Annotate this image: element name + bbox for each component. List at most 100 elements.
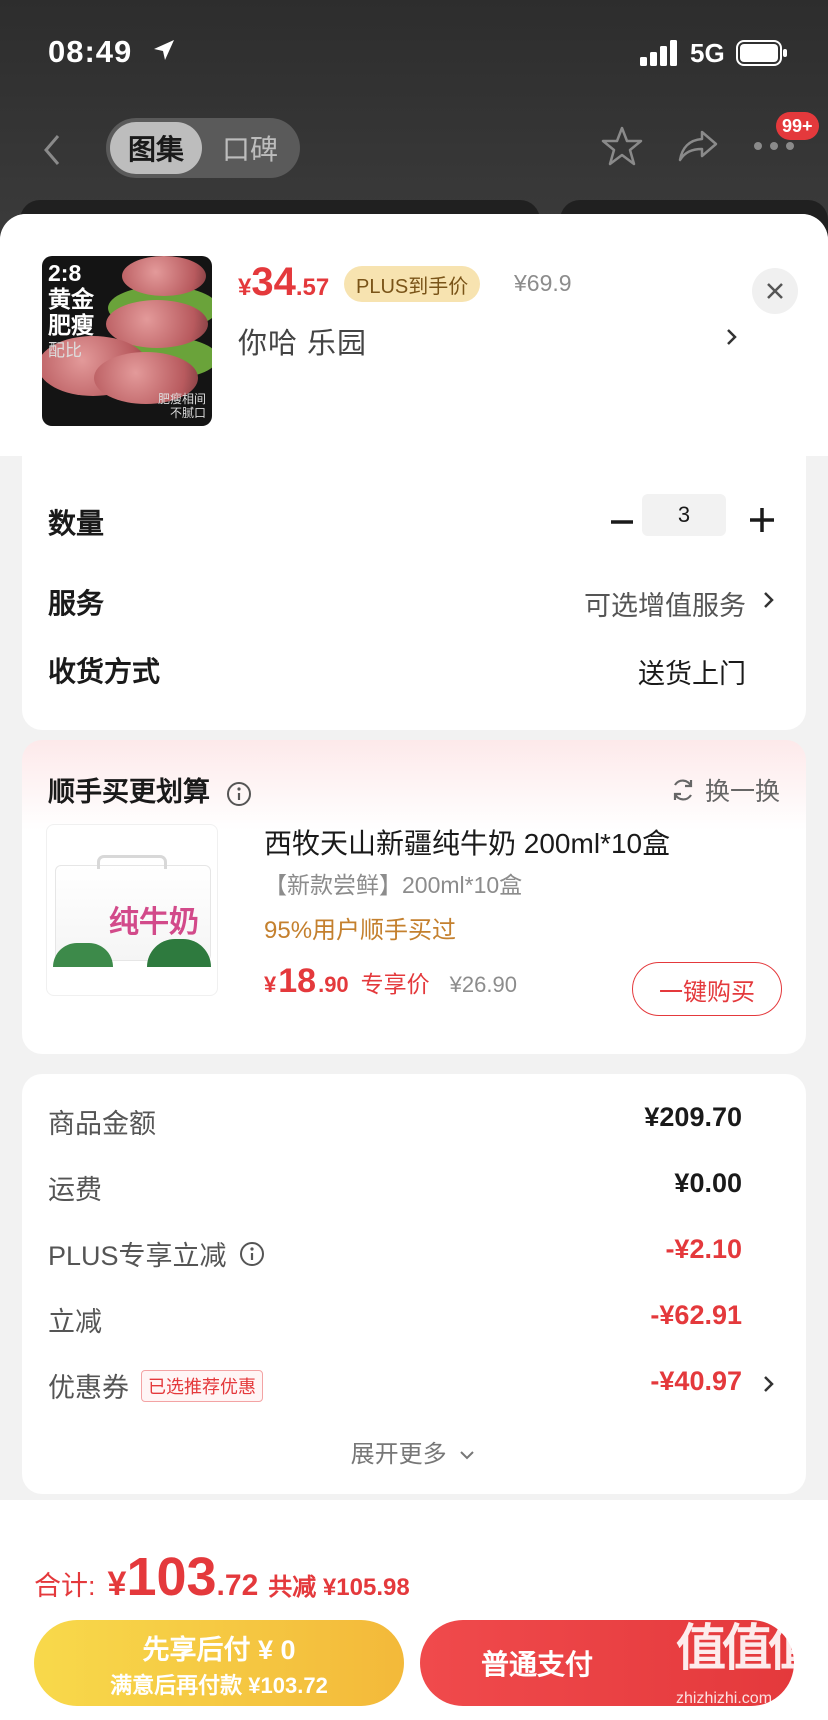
milk-image-label: 纯牛奶 bbox=[109, 906, 199, 939]
thumbnail-note-line: 肥瘦相间 bbox=[157, 392, 206, 406]
recommend-product-subtitle: 【新款尝鲜】200ml*10盒 bbox=[264, 872, 523, 898]
recommend-buy-percent: 95%用户顺手买过 bbox=[264, 917, 457, 944]
shipping-amount: ¥0.00 bbox=[674, 1168, 742, 1198]
recommend-product-name[interactable]: 西牧天山新疆纯牛奶 200ml*10盒 bbox=[264, 822, 670, 862]
recommend-price: ¥ 18 .90 专享价 ¥26.90 bbox=[264, 962, 517, 1001]
thumbnail-caption-line: 2:8 bbox=[48, 260, 82, 286]
box-handle-shape bbox=[97, 855, 167, 869]
expand-more-button[interactable]: 展开更多 bbox=[22, 1434, 806, 1469]
battery-icon bbox=[736, 40, 787, 66]
plus-discount-label: PLUS专享立减 bbox=[48, 1234, 265, 1273]
purchase-sheet: 2:8 黄金 肥瘦 配比 肥瘦相间 不腻口 ¥ 34 .57 PLUS到手价 ¥… bbox=[0, 214, 828, 1720]
original-price: ¥26.90 bbox=[449, 972, 517, 997]
watermark-url: zhizhizhi.com bbox=[676, 1690, 773, 1707]
instant-discount-label: 立减 bbox=[48, 1307, 102, 1337]
close-button[interactable] bbox=[752, 268, 798, 314]
price-symbol: ¥ bbox=[238, 274, 252, 301]
share-icon[interactable] bbox=[676, 126, 720, 166]
chevron-right-icon[interactable] bbox=[722, 322, 742, 352]
service-value[interactable]: 可选增值服务 bbox=[584, 584, 746, 623]
thumbnail-note-line: 不腻口 bbox=[169, 406, 206, 420]
info-icon[interactable] bbox=[226, 781, 252, 807]
pay-later-subtitle: 满意后再付款 ¥103.72 bbox=[110, 1673, 328, 1698]
goods-amount-label: 商品金额 bbox=[48, 1109, 156, 1139]
fee-summary-card: 商品金额 ¥209.70 运费 ¥0.00 PLUS专享立减 -¥2.10 立减… bbox=[22, 1074, 806, 1494]
milk-product-image[interactable]: 纯牛奶 bbox=[46, 824, 218, 996]
quantity-minus-button[interactable] bbox=[602, 502, 642, 542]
total-integer: 103 bbox=[126, 1547, 217, 1607]
recommend-title: 顺手买更划算 bbox=[48, 770, 252, 809]
coupon-amount: -¥40.97 bbox=[650, 1366, 742, 1396]
price-integer: 18 bbox=[278, 962, 317, 1000]
delivery-value: 送货上门 bbox=[638, 659, 746, 689]
quantity-input[interactable]: 3 bbox=[642, 494, 726, 536]
selected-spec[interactable]: 你哈 乐园 bbox=[238, 320, 367, 362]
thumbnail-caption-line: 配比 bbox=[48, 341, 82, 360]
price-symbol: ¥ bbox=[264, 972, 277, 997]
watermark-logo: 值值值 bbox=[676, 1620, 818, 1676]
thumbnail-caption-line: 黄金 bbox=[48, 286, 94, 312]
pay-later-title: 先享后付 ¥ 0 bbox=[142, 1635, 296, 1665]
shipping-label: 运费 bbox=[48, 1175, 102, 1205]
fee-row: 立减 -¥62.91 bbox=[48, 1300, 778, 1340]
chevron-right-icon[interactable] bbox=[760, 586, 778, 614]
fee-row: 运费 ¥0.00 bbox=[48, 1168, 778, 1208]
recommend-card: 顺手买更划算 换一换 纯牛奶 西牧天山新疆纯牛奶 200ml*10盒 【新款尝鲜… bbox=[22, 740, 806, 1054]
goods-amount: ¥209.70 bbox=[644, 1102, 742, 1132]
pay-later-button[interactable]: 先享后付 ¥ 0 满意后再付款 ¥103.72 bbox=[34, 1620, 404, 1706]
service-label: 服务 bbox=[48, 588, 105, 619]
fee-row: PLUS专享立减 -¥2.10 bbox=[48, 1234, 778, 1274]
swap-label: 换一换 bbox=[704, 778, 780, 806]
total-symbol: ¥ bbox=[107, 1565, 127, 1603]
one-click-buy-button[interactable]: 一键购买 bbox=[632, 962, 782, 1016]
info-icon[interactable] bbox=[239, 1241, 265, 1267]
price-decimal: .57 bbox=[295, 274, 330, 301]
favorite-star-icon[interactable] bbox=[600, 124, 644, 168]
coupon-text: 优惠券 bbox=[48, 1373, 129, 1403]
coupon-selected-tag: 已选推荐优惠 bbox=[141, 1369, 263, 1402]
tab-gallery[interactable]: 图集 bbox=[110, 122, 202, 174]
top-nav: 图集 口碑 99+ bbox=[0, 110, 828, 190]
options-card: 数量 3 服务 可选增值服务 收货方式 送货上门 bbox=[22, 456, 806, 730]
location-arrow-icon bbox=[154, 40, 174, 60]
thumbnail-caption-line: 肥瘦 bbox=[48, 312, 94, 338]
signal-icon bbox=[640, 40, 677, 66]
price-tag: 专享价 bbox=[360, 971, 430, 997]
total-saved: 共减 ¥105.98 bbox=[268, 1574, 410, 1601]
price-integer: 34 bbox=[251, 260, 296, 304]
back-icon[interactable] bbox=[38, 130, 68, 170]
tab-reviews[interactable]: 口碑 bbox=[204, 122, 296, 174]
plus-price-tag: PLUS到手价 bbox=[344, 266, 481, 302]
swap-button[interactable]: 换一换 bbox=[669, 772, 780, 808]
product-price: ¥ 34 .57 bbox=[238, 260, 329, 306]
delivery-label: 收货方式 bbox=[48, 656, 161, 687]
chevron-down-icon bbox=[460, 1451, 475, 1460]
coupon-row[interactable]: 优惠券 已选推荐优惠 -¥40.97 bbox=[48, 1366, 778, 1406]
total-decimal: .72 bbox=[216, 1569, 259, 1602]
plus-discount-text: PLUS专享立减 bbox=[48, 1241, 227, 1271]
more-icon[interactable] bbox=[752, 140, 796, 152]
instant-discount-amount: -¥62.91 bbox=[650, 1300, 742, 1330]
plus-discount-amount: -¥2.10 bbox=[665, 1234, 742, 1264]
close-icon bbox=[767, 283, 783, 299]
original-price: ¥69.9 bbox=[514, 270, 572, 296]
network-label: 5G bbox=[690, 38, 725, 68]
patty-shape bbox=[122, 256, 206, 296]
fee-row: 商品金额 ¥209.70 bbox=[48, 1102, 778, 1142]
quantity-label: 数量 bbox=[48, 508, 105, 539]
refresh-icon bbox=[673, 779, 693, 801]
total-amount: 合计: ¥ 103 .72 共减 ¥105.98 bbox=[34, 1546, 410, 1608]
thumbnail-note: 肥瘦相间 不腻口 bbox=[158, 392, 206, 420]
product-thumbnail: 2:8 黄金 肥瘦 配比 肥瘦相间 不腻口 bbox=[42, 256, 212, 426]
quantity-plus-button[interactable] bbox=[742, 500, 782, 540]
status-time: 08:49 bbox=[48, 34, 133, 69]
recommend-title-text: 顺手买更划算 bbox=[48, 777, 210, 807]
expand-more-label: 展开更多 bbox=[350, 1441, 447, 1468]
product-header: 2:8 黄金 肥瘦 配比 肥瘦相间 不腻口 ¥ 34 .57 PLUS到手价 ¥… bbox=[0, 214, 828, 456]
total-label: 合计: bbox=[34, 1571, 96, 1601]
status-bar: 08:49 5G bbox=[0, 0, 828, 100]
price-decimal: .90 bbox=[318, 972, 349, 997]
chevron-right-icon[interactable] bbox=[760, 1370, 778, 1398]
coupon-label: 优惠券 已选推荐优惠 bbox=[48, 1366, 263, 1405]
message-badge: 99+ bbox=[776, 112, 819, 140]
